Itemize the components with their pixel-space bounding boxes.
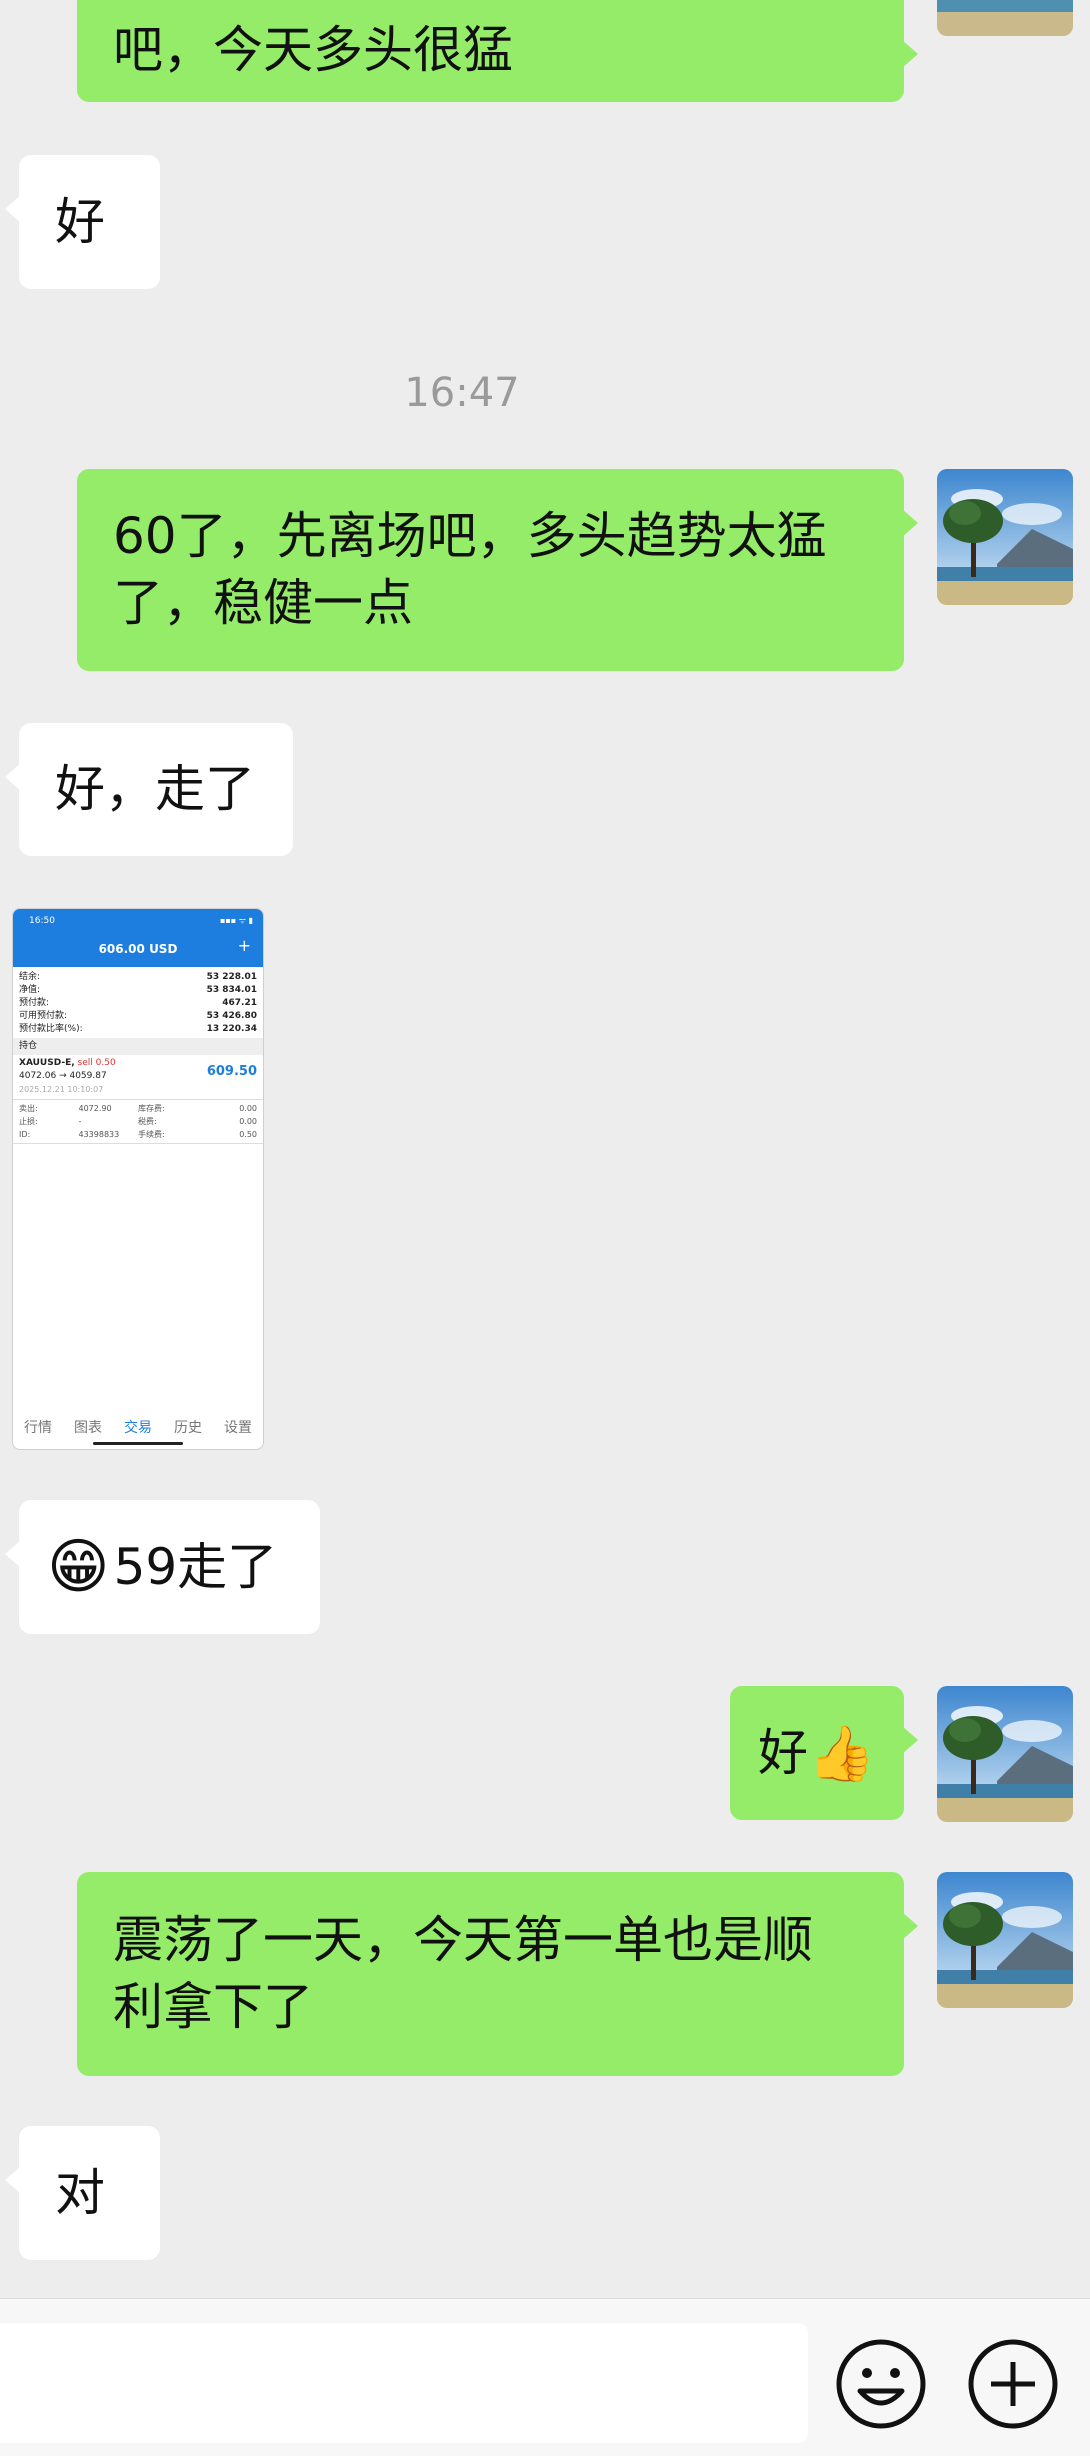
- message-text: 好: [55, 192, 105, 251]
- message-bubble-incoming[interactable]: 😁 59走了: [5, 1500, 320, 1634]
- message-bubble-incoming[interactable]: 好: [5, 155, 160, 289]
- avatar[interactable]: [937, 1686, 1073, 1822]
- avatar[interactable]: [937, 1872, 1073, 2008]
- status-icons: ▪▪▪ ᯤ ▮: [219, 916, 253, 925]
- message-text-line: 震荡了一天，今天第一单也是顺: [113, 1911, 813, 1969]
- section-header: 持仓: [13, 1038, 263, 1055]
- app-header: 16:50 ▪▪▪ ᯤ ▮ 606.00 USD +: [13, 909, 263, 967]
- message-text: 好，走了: [55, 760, 255, 818]
- summary-row: 净值: 53 834.01: [19, 985, 257, 995]
- position-details: 卖出: 4072.90 库存费: 0.00 止损: - 税费: 0.00 ID: 433988…: [13, 1100, 263, 1144]
- landscape-tree-icon: [937, 0, 1073, 36]
- app-bottom-nav: 行情 图表 交易 历史 设置: [13, 1420, 263, 1436]
- message-text-line: 了，稳健一点: [113, 574, 413, 632]
- summary-row: 预付款比率(%): 13 220.34: [19, 1024, 257, 1034]
- avatar[interactable]: [937, 0, 1073, 36]
- nav-trade: 交易: [124, 1420, 152, 1436]
- message-bubble-outgoing[interactable]: 60了，先离场吧，多头趋势太猛 了，稳健一点: [77, 469, 918, 671]
- message-bubble-incoming[interactable]: 对: [5, 2126, 160, 2260]
- message-bubble-outgoing[interactable]: 吧，今天多头很猛: [77, 0, 918, 102]
- nav-quotes: 行情: [24, 1420, 52, 1436]
- message-text: 对: [55, 2163, 105, 2222]
- account-summary: 结余: 53 228.01 净值: 53 834.01 预付款: 467.21 可用预…: [13, 967, 263, 1036]
- summary-row: 预付款: 467.21: [19, 998, 257, 1008]
- message-bubble-incoming[interactable]: 好，走了: [5, 723, 293, 856]
- nav-history: 历史: [174, 1420, 202, 1436]
- avatar[interactable]: [937, 469, 1073, 605]
- landscape-tree-icon: [937, 469, 1073, 605]
- message-text-line: 60了，先离场吧，多头趋势太猛: [113, 507, 827, 565]
- grinning-emoji-icon: 😁: [47, 1531, 110, 1602]
- message-bubble-outgoing[interactable]: 好 👍: [730, 1686, 918, 1820]
- nav-chart: 图表: [74, 1420, 102, 1436]
- nav-settings: 设置: [224, 1420, 252, 1436]
- message-text: 吧，今天多头很猛: [113, 21, 513, 79]
- input-bar: [0, 2298, 1090, 2456]
- home-indicator: [93, 1442, 183, 1445]
- message-input[interactable]: [0, 2323, 808, 2443]
- timestamp: 16:47: [404, 370, 520, 416]
- message-bubble-outgoing[interactable]: 震荡了一天，今天第一单也是顺 利拿下了: [77, 1872, 918, 2076]
- message-text: 好: [758, 1723, 808, 1782]
- smiley-icon[interactable]: [834, 2337, 928, 2431]
- position-profit: 609.50: [206, 1064, 257, 1079]
- image-message[interactable]: 16:50 ▪▪▪ ᯤ ▮ 606.00 USD + 结余: 53 228.01 …: [12, 908, 264, 1450]
- landscape-tree-icon: [937, 1872, 1073, 2008]
- message-text: 59走了: [113, 1537, 278, 1596]
- landscape-tree-icon: [937, 1686, 1073, 1822]
- thumbs-up-emoji-icon: 👍: [808, 1721, 876, 1785]
- balance-title: 606.00 USD: [98, 942, 178, 956]
- message-text-line: 利拿下了: [113, 1978, 313, 2036]
- status-time: 16:50: [29, 916, 55, 926]
- summary-row: 结余: 53 228.01: [19, 972, 257, 982]
- position-row: XAUUSD-E, sell 0.50 4072.06 → 4059.87 20…: [13, 1055, 263, 1100]
- add-icon: +: [237, 936, 251, 955]
- summary-row: 可用预付款: 53 426.80: [19, 1011, 257, 1021]
- plus-circle-icon[interactable]: [966, 2337, 1060, 2431]
